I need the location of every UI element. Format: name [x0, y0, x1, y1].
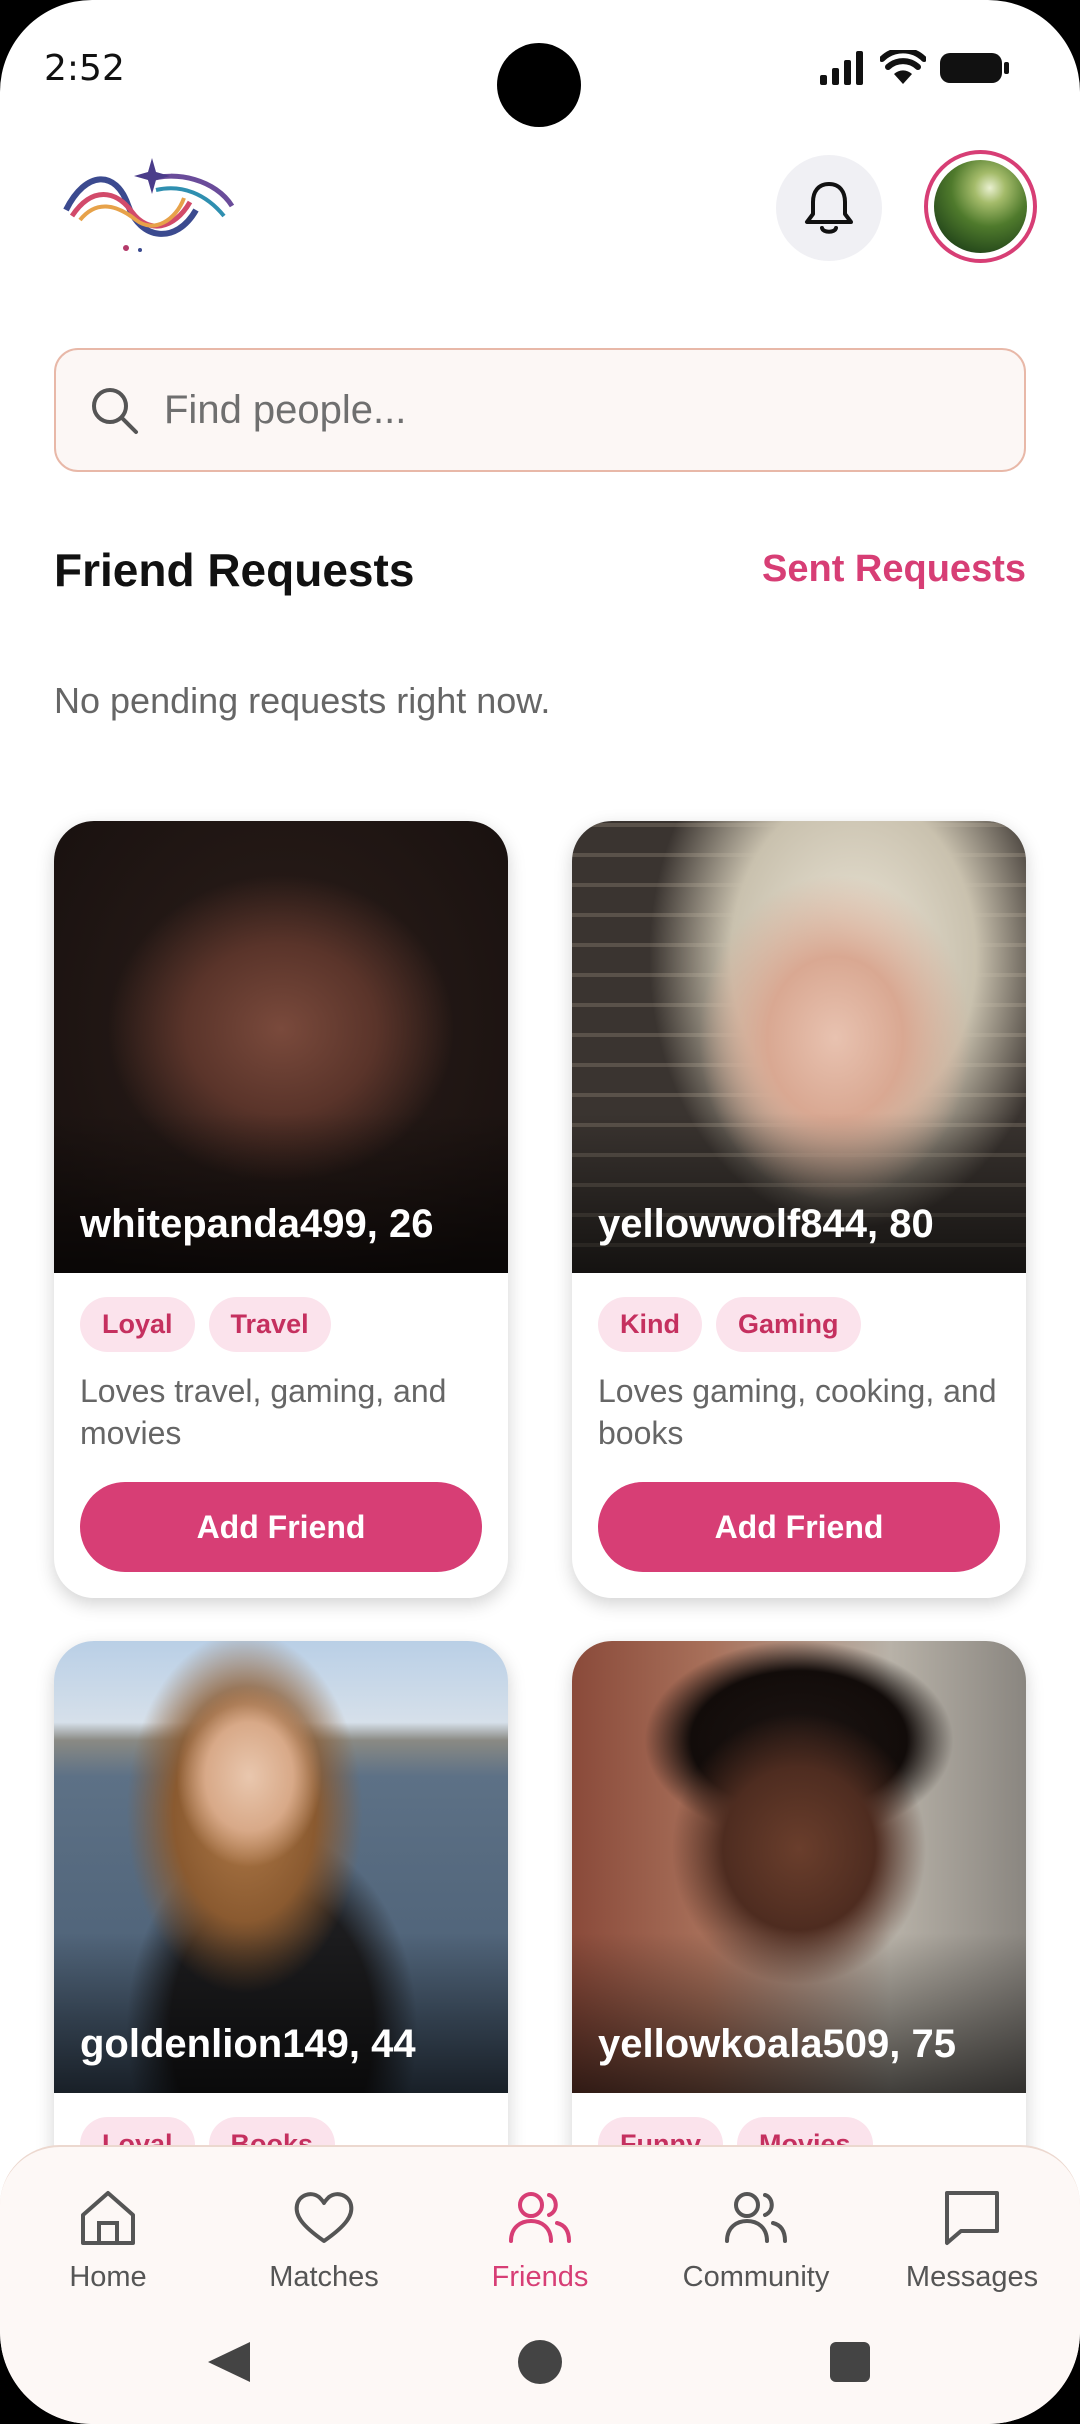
friend-requests-title: Friend Requests	[54, 544, 415, 596]
profile-photo[interactable]: goldenlion149, 44	[54, 1641, 508, 2093]
sent-requests-link[interactable]: Sent Requests	[762, 548, 1026, 591]
profile-photo[interactable]: yellowwolf844, 80	[572, 821, 1026, 1273]
search-icon	[92, 388, 138, 434]
search-input[interactable]	[164, 387, 984, 433]
friends-icon	[509, 2192, 571, 2243]
card-name: goldenlion149, 44	[80, 2022, 416, 2066]
profile-photo[interactable]: whitepanda499, 26	[54, 821, 508, 1273]
photo-shade	[54, 1933, 508, 2093]
message-icon	[945, 2191, 999, 2245]
nav-label: Home	[69, 2261, 147, 2293]
signal-icon	[820, 51, 863, 85]
profile-card[interactable]: goldenlion149, 44 Loyal Books	[54, 1641, 508, 2216]
app-logo[interactable]	[56, 150, 240, 260]
nav-home[interactable]: Home	[0, 2185, 216, 2294]
bell-icon	[805, 182, 853, 234]
heart-icon	[294, 2192, 354, 2243]
card-name: yellowkoala509, 75	[598, 2022, 957, 2066]
status-icons	[820, 50, 1010, 86]
profile-card[interactable]: whitepanda499, 26 Loyal Travel Loves tra…	[54, 821, 508, 1598]
home-circle-icon[interactable]	[518, 2340, 562, 2384]
profile-card[interactable]: yellowwolf844, 80 Kind Gaming Loves gami…	[572, 821, 1026, 1598]
interest-tags: Loyal Travel	[80, 1297, 482, 1352]
card-name: whitepanda499, 26	[80, 1202, 434, 1246]
community-icon	[725, 2192, 787, 2243]
tag: Travel	[208, 1297, 331, 1352]
nav-friends[interactable]: Friends	[432, 2185, 648, 2294]
profile-card[interactable]: yellowkoala509, 75 Funny Movies	[572, 1641, 1026, 2216]
photo-shade	[572, 1933, 1026, 2093]
nav-matches[interactable]: Matches	[216, 2185, 432, 2294]
camera-cutout	[497, 43, 581, 127]
profile-photo[interactable]: yellowkoala509, 75	[572, 1641, 1026, 2093]
card-name: yellowwolf844, 80	[598, 1202, 934, 1246]
profile-avatar[interactable]	[924, 150, 1037, 263]
nav-items: Home Matches Friends Community Messages	[0, 2185, 1080, 2294]
photo-shade	[54, 1113, 508, 1273]
nav-label: Community	[682, 2261, 830, 2293]
card-body: Kind Gaming Loves gaming, cooking, and b…	[572, 1273, 1026, 1598]
system-navigation	[208, 2340, 870, 2384]
tag: Kind	[598, 1297, 702, 1352]
battery-icon	[940, 53, 1009, 83]
app-screen: 2:52 Find people... Friend Requests Sent…	[0, 0, 1080, 2424]
bottom-navigation: Home Matches Friends Community Messages	[0, 2145, 1080, 2424]
home-icon	[81, 2191, 135, 2245]
back-icon[interactable]	[208, 2342, 250, 2382]
tag: Gaming	[716, 1297, 861, 1352]
card-body: Loyal Travel Loves travel, gaming, and m…	[54, 1273, 508, 1598]
no-requests-message: No pending requests right now.	[54, 680, 551, 721]
nav-community[interactable]: Community	[648, 2185, 864, 2294]
search-bar[interactable]	[54, 348, 1026, 472]
interest-tags: Kind Gaming	[598, 1297, 1000, 1352]
card-bio: Loves gaming, cooking, and books	[598, 1373, 997, 1451]
avatar-image	[934, 160, 1027, 253]
card-bio: Loves travel, gaming, and movies	[80, 1373, 447, 1451]
tag: Loyal	[80, 1297, 195, 1352]
status-time: 2:52	[44, 48, 125, 89]
nav-label: Friends	[491, 2261, 589, 2293]
wifi-icon	[880, 50, 926, 84]
nav-messages[interactable]: Messages	[864, 2185, 1080, 2294]
recents-icon[interactable]	[830, 2342, 870, 2382]
add-friend-button[interactable]: Add Friend	[598, 1482, 1000, 1572]
nav-label: Matches	[269, 2261, 379, 2293]
photo-shade	[572, 1113, 1026, 1273]
nav-label: Messages	[905, 2261, 1039, 2293]
add-friend-button[interactable]: Add Friend	[80, 1482, 482, 1572]
notifications-button[interactable]	[776, 155, 882, 261]
